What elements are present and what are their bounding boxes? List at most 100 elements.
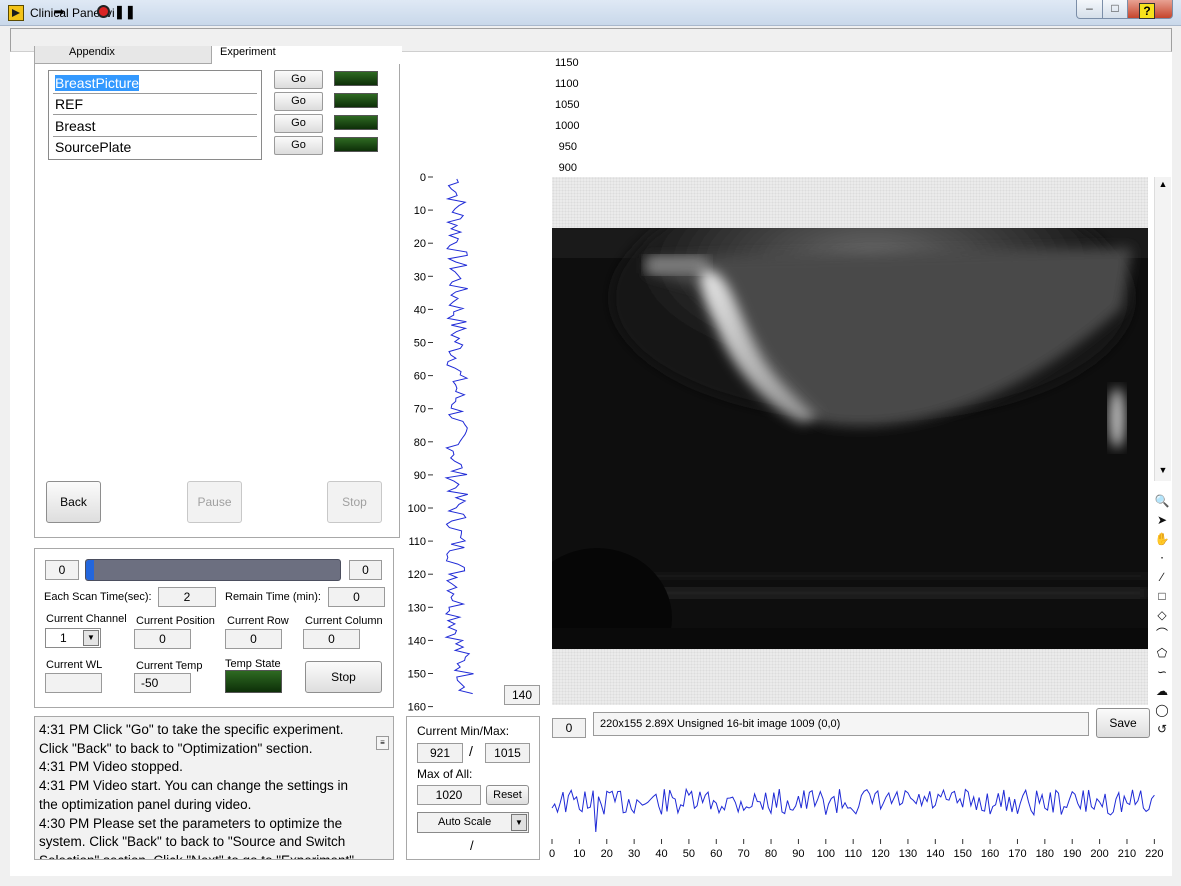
- vertical-tick-label: 20: [414, 238, 426, 250]
- current-min-field: 921: [417, 743, 463, 763]
- image-tools-palette: 🔍 ➤ ✋ ⋅ ∕ □ ◇ ⌒ ⬠ ∽ ☁ ◯ ↺: [1150, 492, 1174, 736]
- vertical-tick-label: 30: [414, 271, 426, 283]
- title-bar: [0, 0, 1181, 26]
- vertical-tick-label: 120: [408, 569, 426, 581]
- vertical-tick-label: 160: [408, 702, 426, 714]
- list-item[interactable]: SourcePlate: [53, 137, 257, 158]
- log-entry: 4:30 PM Please set the parameters to opt…: [39, 815, 354, 859]
- annulus-tool-icon[interactable]: ⌒: [1152, 625, 1172, 644]
- status-led: [334, 137, 378, 152]
- autoscale-select[interactable]: Auto Scale ▼: [417, 812, 529, 833]
- go-button-sourceplate[interactable]: Go: [274, 136, 323, 155]
- freehand-tool-icon[interactable]: ∽: [1152, 663, 1172, 682]
- save-button[interactable]: Save: [1096, 708, 1150, 738]
- status-led: [334, 71, 378, 86]
- progress-end-value: 0: [349, 560, 382, 580]
- dropdown-arrow-icon[interactable]: ▼: [511, 814, 527, 831]
- pointer-icon[interactable]: ➤: [1152, 511, 1172, 530]
- horizontal-profile-trace: [551, 787, 1155, 833]
- vertical-tick-label: 50: [414, 338, 426, 350]
- log-scrollbar[interactable]: ≡: [376, 736, 389, 750]
- list-item[interactable]: REF: [53, 94, 257, 115]
- pause-icon[interactable]: ❚❚: [114, 3, 136, 20]
- current-minmax-label: Current Min/Max:: [417, 724, 510, 738]
- list-item[interactable]: BreastPicture: [53, 73, 257, 94]
- reset-button[interactable]: Reset: [486, 785, 529, 805]
- channel-select[interactable]: 1 ▼: [45, 628, 101, 648]
- intensity-tick-label: 900: [558, 162, 577, 174]
- temp-label: Current Temp: [136, 660, 203, 672]
- remain-time-field: 0: [328, 587, 385, 607]
- go-button-ref[interactable]: Go: [274, 92, 323, 111]
- polygon-tool-icon[interactable]: ⬠: [1152, 644, 1172, 663]
- horizontal-tick-label: 220: [1145, 848, 1163, 860]
- image-scrollbar[interactable]: ▲ ▼: [1154, 177, 1171, 481]
- horizontal-tick-label: 70: [738, 848, 750, 860]
- log-entry: 4:31 PM Video start. You can change the …: [39, 778, 348, 812]
- vertical-tick-label: 0: [420, 172, 426, 184]
- broken-line-tool-icon[interactable]: ↺: [1152, 720, 1172, 739]
- zoom-icon[interactable]: 🔍: [1152, 492, 1172, 511]
- vertical-tick-label: 70: [414, 404, 426, 416]
- horizontal-tick-label: 40: [655, 848, 667, 860]
- horizontal-tick-label: 90: [792, 848, 804, 860]
- column-label: Current Column: [305, 615, 383, 627]
- abort-stop-icon[interactable]: [94, 3, 112, 20]
- dropdown-arrow-icon[interactable]: ▼: [83, 630, 99, 646]
- horizontal-tick-label: 110: [844, 848, 862, 860]
- status-led: [334, 93, 378, 108]
- horizontal-profile-graph: 0 10 20 30 40 50 60 70 80 90 100 110 120 130 140 150 160…: [549, 787, 1164, 860]
- go-button-breast[interactable]: Go: [274, 114, 323, 133]
- list-item[interactable]: Breast: [53, 116, 257, 137]
- minimize-button[interactable]: –: [1076, 0, 1103, 19]
- pan-hand-icon[interactable]: ✋: [1152, 530, 1172, 549]
- vertical-profile-graph: 0 10 20 30 40 50 60 70 80 90 100 110 120 130 140 150 160: [408, 172, 474, 714]
- wl-field: [45, 673, 102, 693]
- scan-time-field[interactable]: 2: [158, 587, 216, 607]
- help-icon[interactable]: ?: [1139, 3, 1155, 19]
- image-info-bar: 220x155 2.89X Unsigned 16-bit image 1009…: [593, 712, 1089, 736]
- line-tool-icon[interactable]: ∕: [1152, 568, 1172, 587]
- pause-button[interactable]: Pause: [187, 481, 242, 523]
- status-led: [334, 115, 378, 130]
- horizontal-tick-label: 170: [1008, 848, 1026, 860]
- horizontal-tick-label: 80: [765, 848, 777, 860]
- vertical-tick-label: 110: [408, 536, 426, 548]
- intensity-tick-label: 1150: [555, 57, 579, 69]
- experiment-list[interactable]: BreastPicture REF Breast SourcePlate: [48, 70, 262, 160]
- breast-scan-image: [552, 228, 1148, 649]
- horizontal-tick-label: 120: [871, 848, 889, 860]
- channel-label: Current Channel: [46, 613, 127, 625]
- stop-button[interactable]: Stop: [327, 481, 382, 523]
- oval-tool-icon[interactable]: ◯: [1152, 701, 1172, 720]
- vertical-tick-label: 40: [414, 304, 426, 316]
- maximize-button[interactable]: □: [1102, 0, 1128, 19]
- intensity-tick-label: 1050: [555, 99, 580, 111]
- back-button[interactable]: Back: [46, 481, 101, 523]
- progress-fill: [86, 560, 94, 580]
- horizontal-tick-label: 210: [1118, 848, 1136, 860]
- horizontal-tick-label: 190: [1063, 848, 1081, 860]
- rectangle-tool-icon[interactable]: □: [1152, 587, 1172, 606]
- vertical-tick-label: 80: [414, 437, 426, 449]
- horizontal-tick-label: 180: [1036, 848, 1054, 860]
- rotated-rect-tool-icon[interactable]: ◇: [1152, 606, 1172, 625]
- go-button-breastpicture[interactable]: Go: [274, 70, 323, 89]
- tab-appendix[interactable]: Appendix: [34, 46, 212, 64]
- freehand-region-icon[interactable]: ☁: [1152, 682, 1172, 701]
- vertical-tick-label: 60: [414, 371, 426, 383]
- tab-experiment[interactable]: Experiment: [212, 46, 402, 64]
- wl-label: Current WL: [46, 659, 103, 671]
- point-tool-icon[interactable]: ⋅: [1152, 549, 1172, 568]
- horizontal-tick-label: 150: [954, 848, 972, 860]
- horizontal-cursor-value: 0: [552, 718, 586, 738]
- horizontal-tick-label: 200: [1090, 848, 1108, 860]
- vertical-tick-label: 10: [414, 205, 426, 217]
- vertical-cursor-value: 140: [504, 685, 540, 705]
- current-max-field: 1015: [485, 743, 530, 763]
- remain-time-label: Remain Time (min):: [225, 591, 321, 603]
- run-arrow-icon[interactable]: ➡: [50, 3, 68, 20]
- column-field: 0: [303, 629, 360, 649]
- scan-stop-button[interactable]: Stop: [305, 661, 382, 693]
- autoscale-slash: /: [470, 838, 474, 853]
